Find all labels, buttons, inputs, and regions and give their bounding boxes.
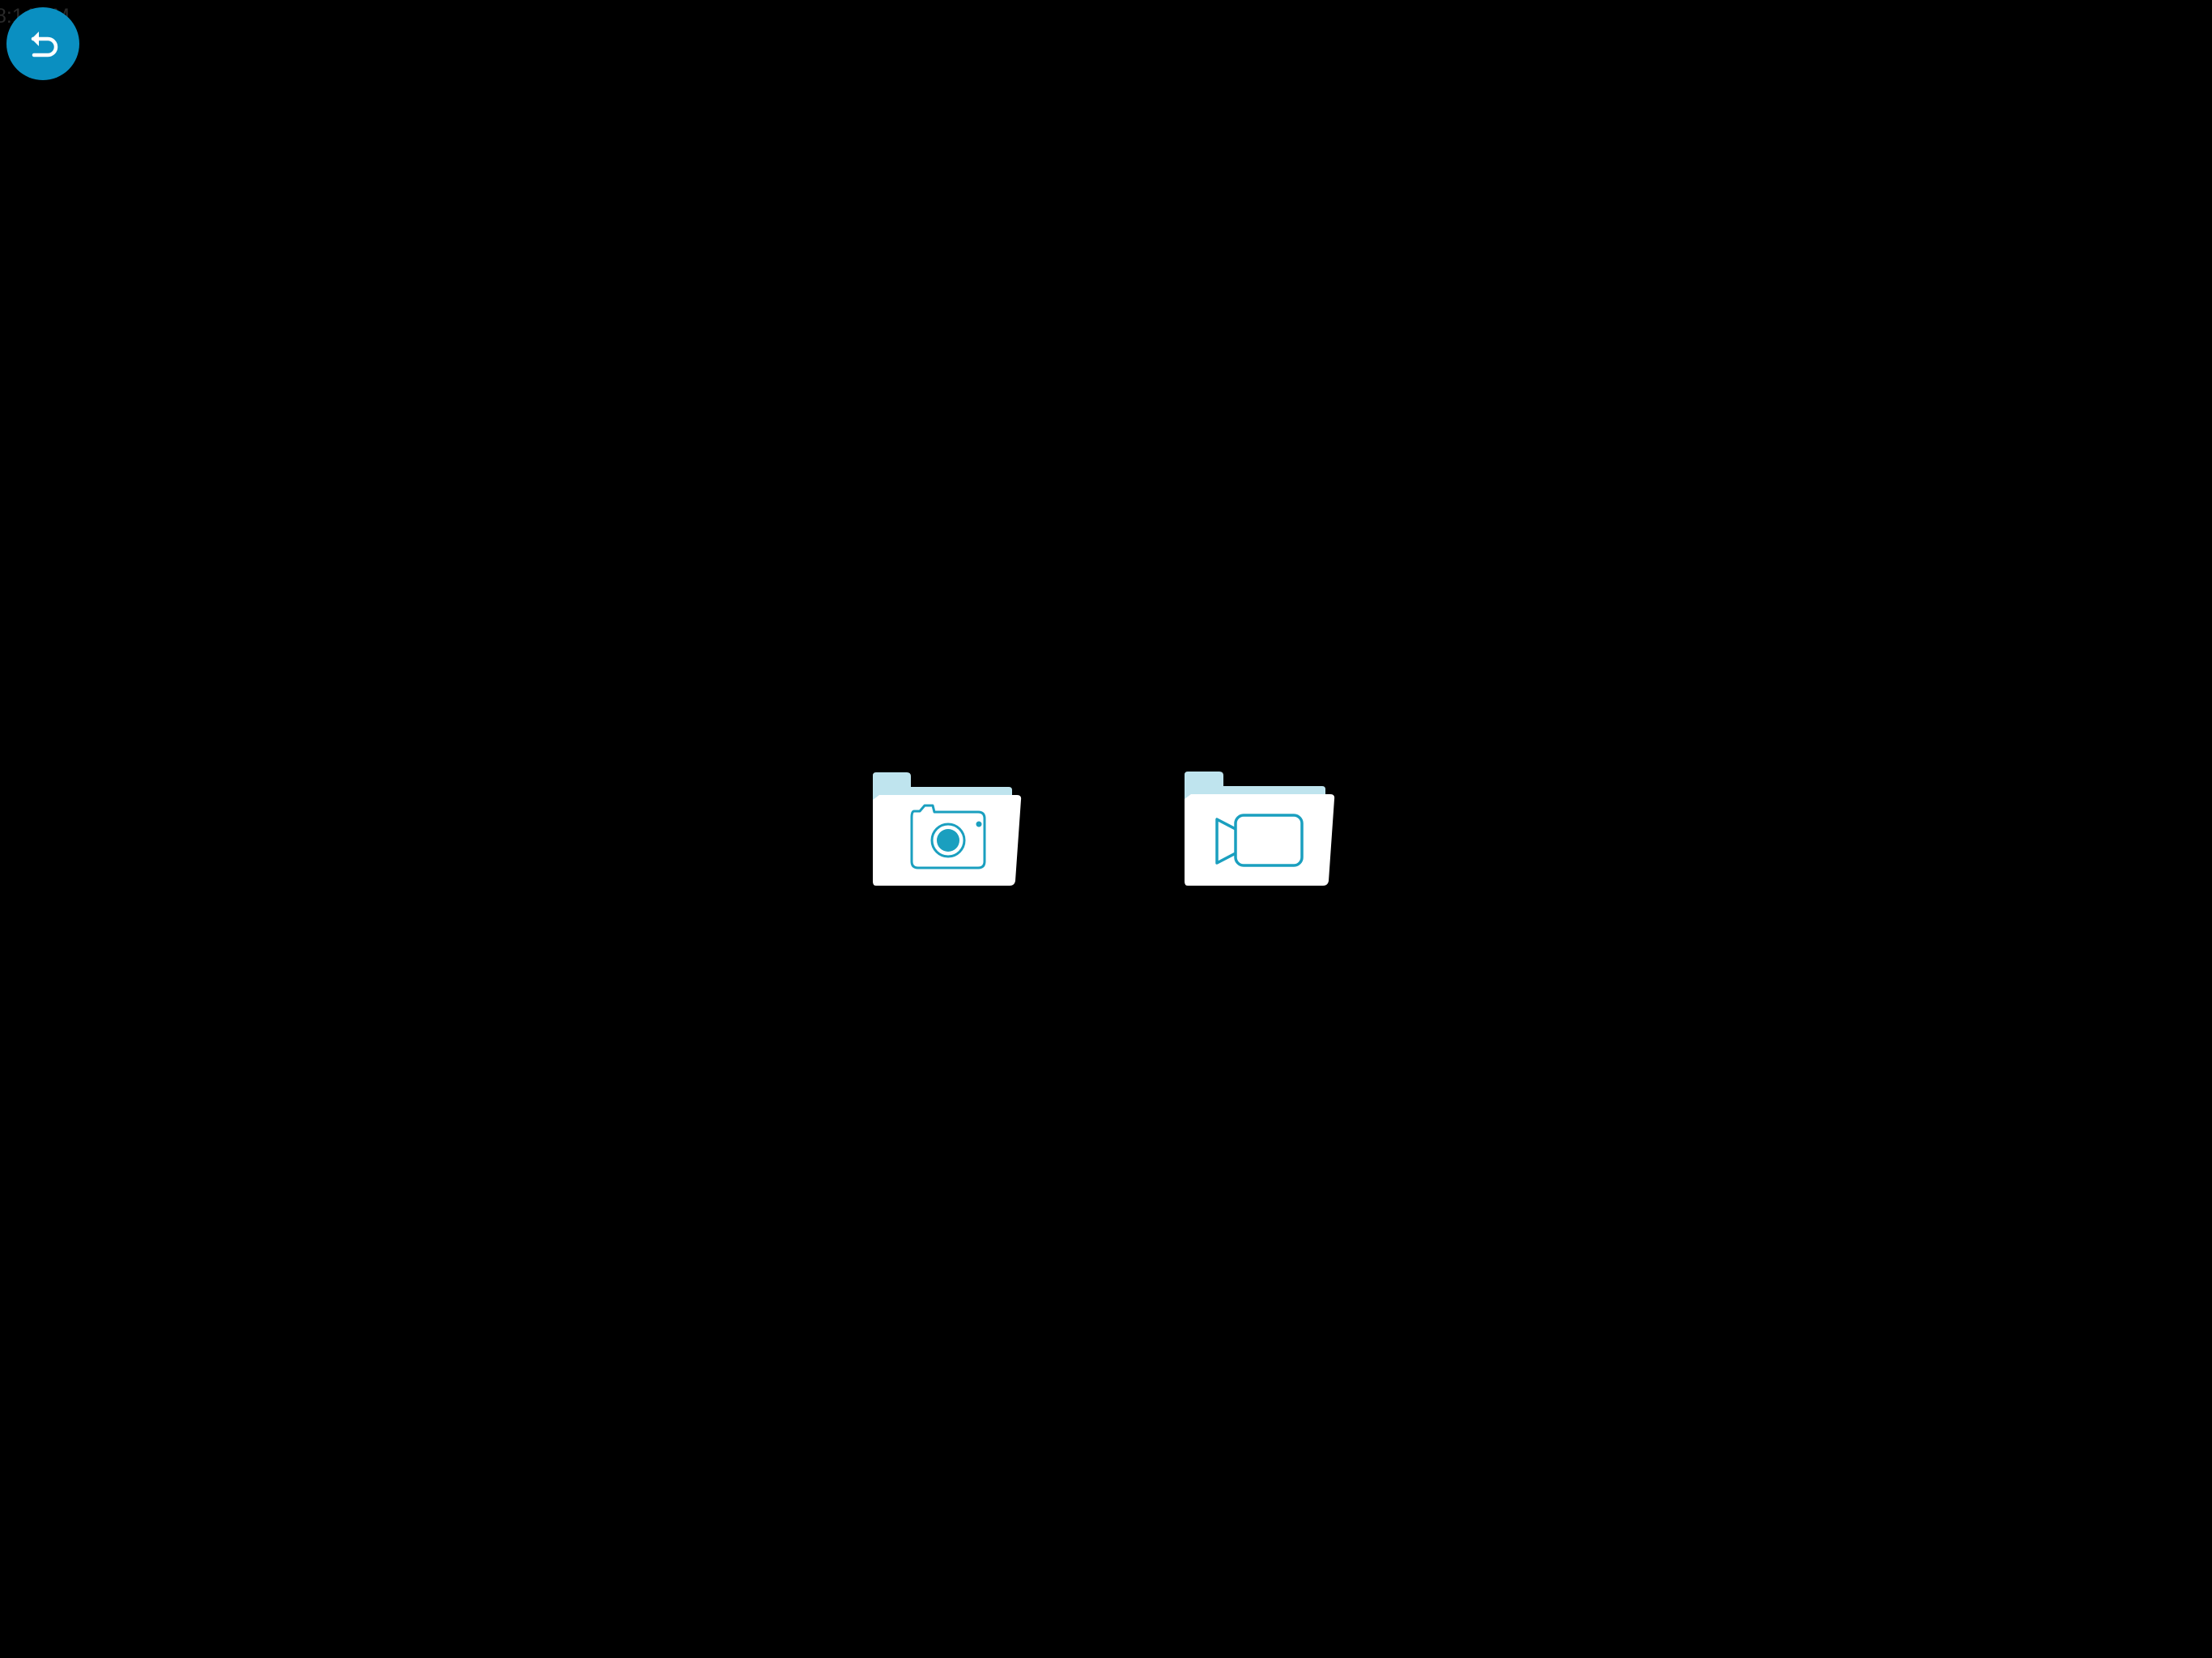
video-folder-icon	[1185, 772, 1335, 886]
back-button[interactable]	[6, 7, 79, 80]
photos-folder[interactable]	[873, 771, 1027, 887]
photo-folder-icon	[873, 772, 1022, 886]
videos-folder[interactable]	[1185, 770, 1340, 887]
return-arrow-icon	[31, 32, 58, 57]
